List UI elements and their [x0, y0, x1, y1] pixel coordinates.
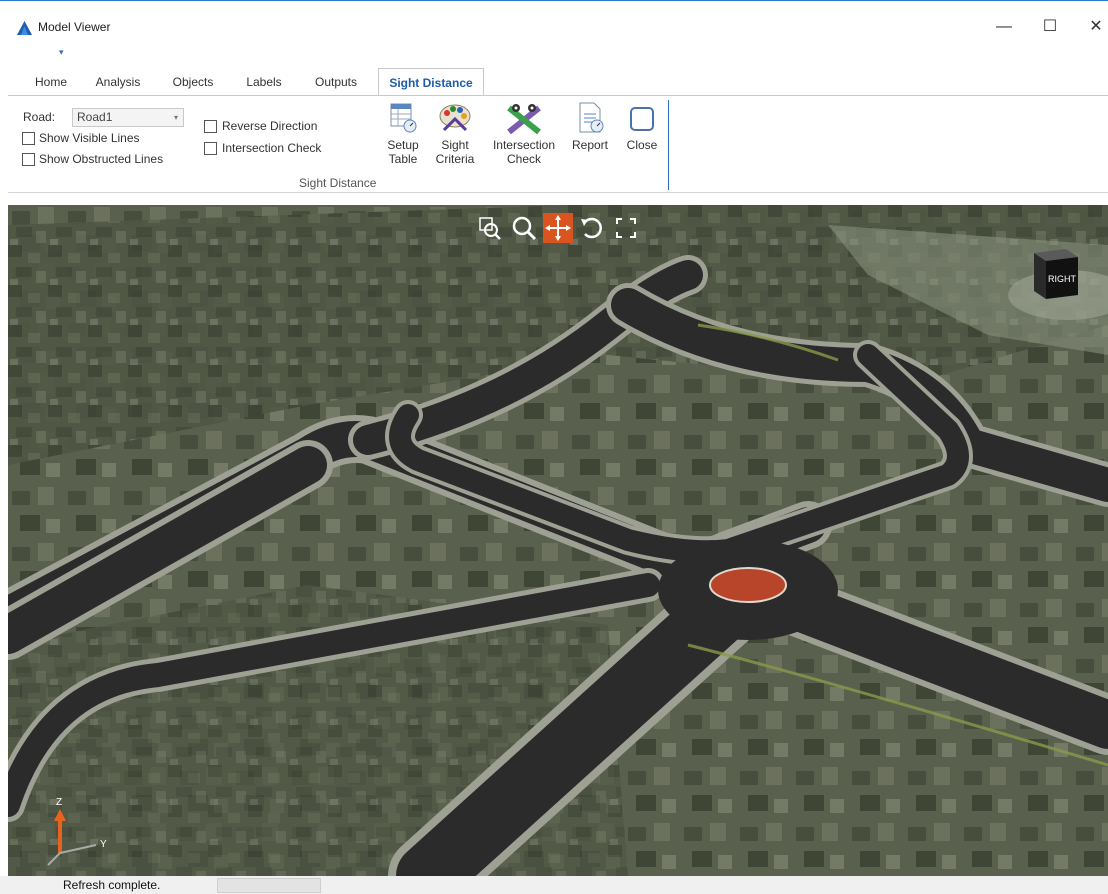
setup-table-button[interactable]: Setup Table	[382, 102, 424, 166]
window-title: Model Viewer	[38, 20, 111, 34]
axis-triad: Z Y	[47, 797, 107, 866]
status-text: Refresh complete.	[63, 878, 161, 892]
road-dropdown-value: Road1	[77, 110, 113, 124]
tab-sight-distance[interactable]: Sight Distance	[378, 68, 484, 96]
intersection-check-label: Intersection Check	[222, 141, 322, 155]
pan-icon[interactable]	[543, 213, 573, 243]
ribbon-tabs: Home Analysis Objects Labels Outputs Sig…	[0, 68, 1108, 96]
tab-analysis[interactable]: Analysis	[93, 68, 143, 96]
report-label: Report	[571, 138, 609, 152]
intersection-check-checkbox[interactable]	[204, 142, 217, 155]
intersection-check-button-label-2: Check	[506, 152, 541, 166]
view-cube-face-label: RIGHT	[1048, 274, 1077, 284]
ribbon-separator	[668, 100, 669, 190]
sight-criteria-label-2: Criteria	[435, 152, 475, 166]
axis-y-label: Y	[100, 839, 107, 850]
intersection-icon	[507, 104, 541, 134]
quick-access-toolbar-dropdown[interactable]: ▾	[59, 47, 64, 58]
tab-labels[interactable]: Labels	[245, 68, 283, 96]
model-viewport[interactable]: RIGHT Z Y	[8, 205, 1108, 876]
table-icon	[390, 103, 417, 133]
report-icon	[579, 102, 604, 133]
app-logo-icon	[17, 21, 32, 35]
ribbon-panel: Road: Road1 ▾ Show Visible Lines Show Ob…	[8, 95, 1108, 193]
minimize-button[interactable]: —	[990, 15, 1018, 39]
road-label: Road:	[23, 110, 56, 124]
maximize-button[interactable]: ☐	[1036, 15, 1064, 39]
tab-objects[interactable]: Objects	[170, 68, 216, 96]
status-progress-box	[217, 878, 321, 893]
show-obstructed-lines-checkbox[interactable]	[22, 153, 35, 166]
zoom-icon[interactable]	[509, 213, 539, 243]
palette-icon	[439, 104, 471, 132]
show-visible-lines-checkbox[interactable]	[22, 132, 35, 145]
status-bar: Refresh complete.	[0, 876, 1108, 894]
intersection-check-button-label-1: Intersection	[492, 138, 556, 152]
tab-outputs[interactable]: Outputs	[311, 68, 361, 96]
road-dropdown[interactable]: Road1 ▾	[72, 108, 184, 127]
report-button[interactable]: Report	[568, 102, 612, 152]
terrain-scene	[8, 205, 1108, 876]
reverse-direction-label: Reverse Direction	[222, 119, 318, 133]
close-label: Close	[626, 138, 658, 152]
zoom-window-icon[interactable]	[475, 213, 505, 243]
reverse-direction-checkbox[interactable]	[204, 120, 217, 133]
axis-z-label: Z	[56, 797, 62, 808]
tab-home[interactable]: Home	[33, 68, 69, 96]
fullscreen-icon[interactable]	[611, 213, 641, 243]
close-window-button[interactable]: ✕	[1082, 15, 1108, 39]
intersection-check-button[interactable]: Intersection Check	[488, 102, 560, 166]
sight-criteria-button[interactable]: Sight Criteria	[432, 102, 478, 166]
setup-table-label-1: Setup	[387, 138, 419, 152]
view-cube[interactable]: RIGHT	[1026, 241, 1080, 301]
ribbon-group-label: Sight Distance	[299, 176, 377, 190]
setup-table-label-2: Table	[388, 152, 418, 166]
title-bar: Model Viewer — ☐ ✕	[0, 0, 1108, 46]
orbit-icon[interactable]	[577, 213, 607, 243]
show-obstructed-lines-label: Show Obstructed Lines	[39, 152, 164, 166]
close-ribbon-button[interactable]: Close	[622, 102, 662, 152]
show-visible-lines-label: Show Visible Lines	[39, 131, 140, 145]
chevron-down-icon: ▾	[173, 113, 178, 122]
sight-criteria-label-1: Sight	[441, 138, 469, 152]
close-square-icon	[630, 107, 654, 131]
